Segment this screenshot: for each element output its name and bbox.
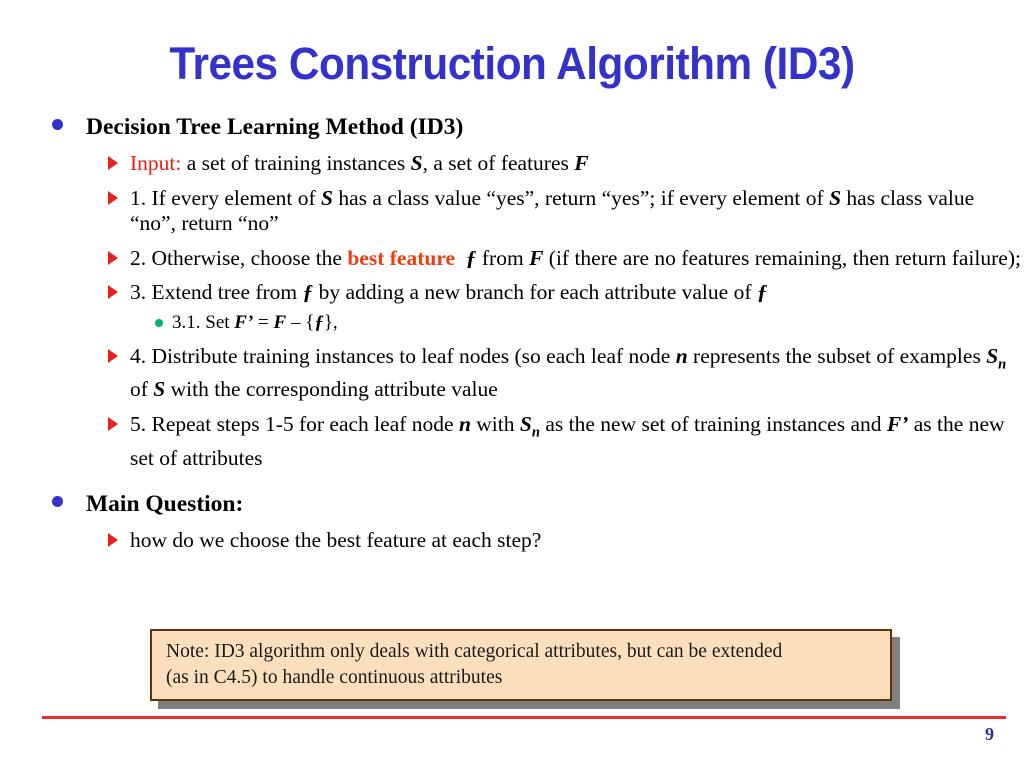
- step2-text-a: 2. Otherwise, choose the: [130, 245, 348, 270]
- step-3-1-line: 3.1. Set F’ = F – {ƒ},: [172, 311, 1024, 335]
- note-box: Note: ID3 algorithm only deals with cate…: [150, 629, 892, 701]
- step5-text-b: with: [470, 411, 520, 436]
- step1-var-s2: S: [829, 185, 842, 210]
- bullet-step-1: 1. If every element of S has a class val…: [0, 186, 1024, 237]
- step4-text-a: 4. Distribute training instances to leaf…: [130, 343, 676, 368]
- step1-text-b: has a class value “yes”, return “yes”; i…: [333, 185, 830, 210]
- step4-text-c: of: [130, 377, 154, 402]
- step4-var-S2: S: [153, 377, 166, 402]
- bullet-main-question: Main Question:: [0, 489, 1024, 519]
- step-4-line: 4. Distribute training instances to leaf…: [130, 344, 1024, 403]
- page-number: 9: [985, 724, 994, 744]
- step5-var-n: n: [458, 411, 471, 436]
- step5-var-F-prime: F’: [886, 411, 909, 436]
- note-callout: Note: ID3 algorithm only deals with cate…: [150, 629, 900, 709]
- step-1-line: 1. If every element of S has a class val…: [130, 186, 1024, 237]
- step3-text-b: by adding a new branch for each attribut…: [313, 280, 757, 304]
- small-dot-bullet-icon: [155, 318, 163, 327]
- step4-var-S-base: S: [986, 343, 999, 368]
- bullet-decision-tree-learning-method: Decision Tree Learning Method (ID3): [0, 112, 1024, 142]
- bullet-dot-icon: [52, 496, 63, 508]
- step3-var-f-2: ƒ: [756, 280, 768, 304]
- slide-body: Decision Tree Learning Method (ID3) Inpu…: [0, 112, 1024, 554]
- step31-var-F-prime: F’: [234, 311, 254, 333]
- step2-text-c: (if there are no features remaining, the…: [543, 245, 1021, 270]
- step31-equals: =: [253, 311, 274, 333]
- slide-canvas: Trees Construction Algorithm (ID3) Decis…: [0, 0, 1024, 768]
- step5-text-a: 5. Repeat steps 1-5 for each leaf node: [130, 411, 459, 436]
- bullet-step-4: 4. Distribute training instances to leaf…: [0, 344, 1024, 403]
- step-5-line: 5. Repeat steps 1-5 for each leaf node n…: [130, 412, 1024, 471]
- step-3-line: 3. Extend tree from ƒ by adding a new br…: [130, 280, 1024, 306]
- step31-var-F: F: [273, 311, 287, 333]
- step1-text-a: 1. If every element of: [130, 185, 322, 210]
- step3-var-f-1: ƒ: [302, 280, 314, 304]
- note-line-2: (as in C4.5) to handle continuous attrib…: [166, 667, 503, 688]
- step5-text-c: as the new set of training instances and: [540, 411, 887, 436]
- step1-var-s1: S: [321, 185, 333, 210]
- triangle-bullet-icon: [108, 285, 118, 299]
- triangle-bullet-icon: [108, 348, 118, 363]
- step31-var-f: ƒ: [314, 311, 324, 333]
- step4-var-n: n: [675, 343, 688, 368]
- step4-text-b: represents the subset of examples: [687, 343, 987, 368]
- input-line: Input: a set of training instances S, a …: [130, 151, 1024, 177]
- footer-divider: [42, 716, 1006, 719]
- question-text: how do we choose the best feature at eac…: [130, 528, 542, 553]
- step2-text-b: from: [476, 245, 530, 270]
- triangle-bullet-icon: [108, 190, 118, 205]
- input-var-f: F: [574, 151, 589, 175]
- input-text-2: , a set of features: [422, 151, 575, 175]
- step3-text-a: 3. Extend tree from: [130, 280, 303, 304]
- triangle-bullet-icon: [108, 156, 118, 170]
- input-var-s: S: [410, 151, 423, 175]
- step2-highlight-best-feature: best feature: [347, 245, 456, 270]
- bullet-input: Input: a set of training instances S, a …: [0, 151, 1024, 177]
- bullet-step-3-1: 3.1. Set F’ = F – {ƒ},: [0, 311, 1024, 335]
- triangle-bullet-icon: [108, 416, 118, 431]
- step31-text-a: 3.1. Set: [172, 311, 235, 333]
- step5-var-S-subscript: n: [531, 424, 540, 441]
- bullet-question-text: how do we choose the best feature at eac…: [0, 528, 1024, 554]
- step31-end: },: [323, 311, 338, 333]
- input-text-1: a set of training instances: [181, 151, 411, 175]
- step-2-line: 2. Otherwise, choose the best feature ƒ …: [130, 246, 1024, 272]
- step4-text-d: with the corresponding attribute value: [165, 377, 498, 402]
- triangle-bullet-icon: [108, 250, 118, 265]
- input-label: Input:: [130, 151, 182, 175]
- step4-var-S-subscript: n: [998, 355, 1007, 372]
- page-title: Trees Construction Algorithm (ID3): [169, 38, 855, 89]
- bullet-dot-icon: [52, 119, 63, 130]
- triangle-bullet-icon: [108, 533, 118, 548]
- step2-var-F: F: [529, 245, 544, 270]
- heading-method-label: Decision Tree Learning Method (ID3): [86, 114, 464, 140]
- step5-var-S-base: S: [519, 411, 532, 436]
- step31-minus: – {: [286, 311, 315, 333]
- bullet-step-3: 3. Extend tree from ƒ by adding a new br…: [0, 280, 1024, 306]
- heading-question-label: Main Question:: [86, 491, 244, 518]
- step2-var-f-lower: ƒ: [465, 245, 477, 270]
- bullet-step-5: 5. Repeat steps 1-5 for each leaf node n…: [0, 412, 1024, 471]
- note-line-1: Note: ID3 algorithm only deals with cate…: [166, 641, 783, 662]
- bullet-step-2: 2. Otherwise, choose the best feature ƒ …: [0, 246, 1024, 272]
